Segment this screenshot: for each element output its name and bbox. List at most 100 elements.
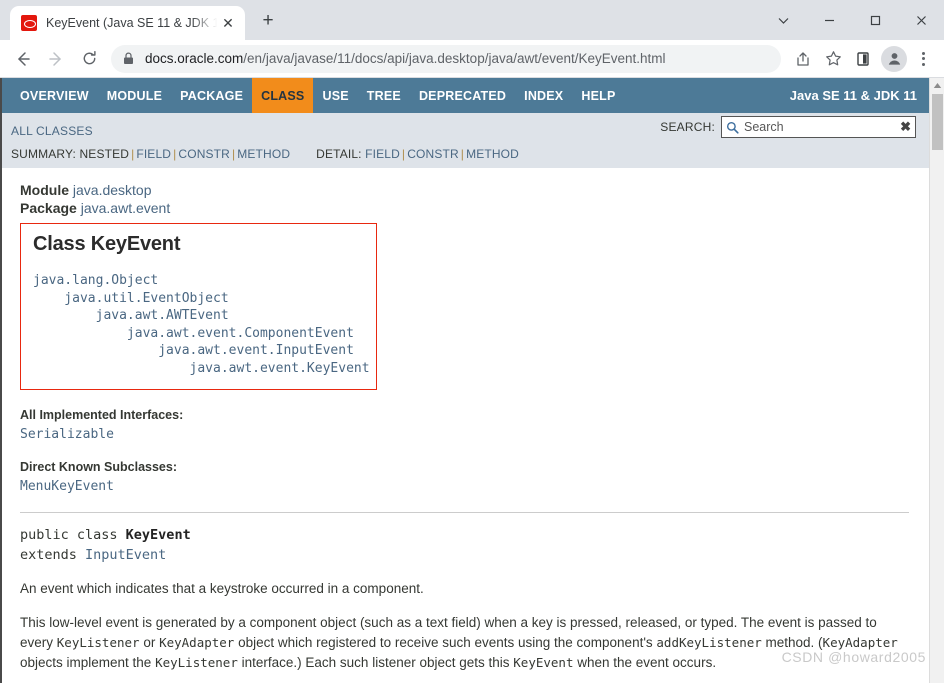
detail-sep-2: |	[460, 147, 465, 161]
detail-item-method[interactable]: METHOD	[466, 147, 519, 161]
tab-title: KeyEvent (Java SE 11 & JDK 11	[46, 16, 219, 30]
scrollbar-up-arrow-icon[interactable]	[930, 78, 944, 93]
maximize-icon[interactable]	[852, 5, 898, 35]
tab-close-icon[interactable]: ✕	[219, 16, 237, 30]
detail-item-field[interactable]: FIELD	[365, 147, 400, 161]
forward-icon[interactable]	[41, 44, 71, 74]
javadoc-top-nav: OVERVIEW MODULE PACKAGE CLASS USE TREE D…	[2, 78, 929, 113]
all-classes-link[interactable]: ALL CLASSES	[11, 124, 93, 138]
summary-sep-3: |	[231, 147, 236, 161]
url-path: /en/java/javase/11/docs/api/java.desktop…	[243, 51, 666, 66]
share-icon[interactable]	[789, 45, 817, 73]
description-paragraph-1: An event which indicates that a keystrok…	[20, 581, 424, 596]
summary-item-nested: NESTED	[79, 147, 130, 161]
reload-icon[interactable]	[74, 44, 104, 74]
code-token: KeyListener	[56, 635, 140, 650]
tab-search-icon[interactable]	[760, 5, 806, 35]
javadoc-content: Module java.desktop Package java.awt.eve…	[2, 168, 929, 673]
scrollbar-thumb[interactable]	[932, 94, 943, 150]
summary-item-method[interactable]: METHOD	[237, 147, 290, 161]
signature-class-name: KeyEvent	[125, 527, 191, 543]
bookmark-star-icon[interactable]	[819, 45, 847, 73]
text-run: when the event occurs.	[573, 655, 717, 670]
page-title: Class KeyEvent	[33, 233, 181, 255]
nav-item-package[interactable]: PACKAGE	[171, 78, 252, 113]
hierarchy-level-3: java.awt.event.ComponentEvent	[33, 325, 354, 341]
code-token: KeyEvent	[513, 655, 574, 670]
module-line: Module java.desktop	[20, 182, 911, 198]
page-scrollbar[interactable]	[929, 78, 944, 683]
page-viewport: OVERVIEW MODULE PACKAGE CLASS USE TREE D…	[0, 78, 944, 683]
known-subclasses-value[interactable]: MenuKeyEvent	[20, 479, 911, 494]
implemented-interfaces-value[interactable]: Serializable	[20, 427, 911, 442]
inheritance-tree: java.lang.Object java.util.EventObject j…	[33, 272, 370, 377]
detail-group: DETAIL: FIELD | CONSTR | METHOD	[316, 147, 519, 161]
code-token: KeyListener	[155, 655, 238, 670]
nav-item-use[interactable]: USE	[313, 78, 357, 113]
hierarchy-level-5: java.awt.event.KeyEvent	[33, 360, 370, 376]
text-run: objects implement the	[20, 655, 156, 670]
detail-item-constr[interactable]: CONSTR	[407, 147, 459, 161]
summary-label: SUMMARY:	[11, 147, 76, 161]
tab-strip: KeyEvent (Java SE 11 & JDK 11 ✕ +	[0, 0, 944, 40]
nav-item-overview[interactable]: OVERVIEW	[11, 78, 98, 113]
code-token: KeyAdapter	[159, 635, 235, 650]
package-label: Package	[20, 200, 77, 216]
hierarchy-level-0: java.lang.Object	[33, 273, 159, 288]
text-run: or	[139, 635, 160, 650]
javadoc-sub-nav: ALL CLASSES SEARCH: Search ✖ SUMMARY: NE…	[2, 113, 929, 168]
class-signature: public class KeyEvent extends InputEvent	[20, 525, 911, 565]
description-paragraph-2: This low-level event is generated by a c…	[20, 613, 911, 673]
summary-item-constr[interactable]: CONSTR	[178, 147, 230, 161]
summary-sep-1: |	[131, 147, 135, 161]
close-icon[interactable]	[898, 5, 944, 35]
summary-group: SUMMARY: NESTED | FIELD | CONSTR | METHOD	[11, 147, 290, 161]
package-value[interactable]: java.awt.event	[81, 200, 171, 216]
minimize-icon[interactable]	[806, 5, 852, 35]
javadoc-page: OVERVIEW MODULE PACKAGE CLASS USE TREE D…	[2, 78, 929, 683]
sidebar-icon[interactable]	[849, 45, 877, 73]
text-run: method. (	[761, 635, 823, 650]
new-tab-button[interactable]: +	[257, 11, 279, 33]
search-label: SEARCH:	[660, 120, 715, 134]
signature-modifiers: public class	[20, 527, 126, 543]
browser-tab[interactable]: KeyEvent (Java SE 11 & JDK 11 ✕	[10, 6, 245, 40]
address-bar[interactable]: docs.oracle.com/en/java/javase/11/docs/a…	[111, 44, 781, 73]
signature-line-2: extends InputEvent	[20, 545, 911, 565]
signature-extends-keyword: extends	[20, 547, 86, 563]
hierarchy-level-2: java.awt.AWTEvent	[33, 308, 229, 323]
nav-item-class[interactable]: CLASS	[252, 78, 314, 113]
nav-item-index[interactable]: INDEX	[515, 78, 572, 113]
module-label: Module	[20, 182, 69, 198]
search-icon	[726, 121, 739, 134]
signature-superclass[interactable]: InputEvent	[85, 547, 166, 563]
detail-label: DETAIL:	[316, 147, 362, 161]
profile-avatar[interactable]	[881, 45, 907, 72]
detail-sep-1: |	[401, 147, 406, 161]
search-placeholder: Search	[744, 120, 784, 134]
hierarchy-level-1: java.util.EventObject	[33, 290, 229, 306]
code-token: KeyAdapter	[822, 635, 898, 650]
module-value[interactable]: java.desktop	[73, 182, 152, 198]
signature-line-1: public class KeyEvent	[20, 525, 911, 545]
code-token: addKeyListener	[656, 635, 762, 650]
package-line: Package java.awt.event	[20, 200, 911, 216]
hierarchy-level-4: java.awt.event.InputEvent	[33, 343, 354, 358]
search-input[interactable]: Search ✖	[721, 116, 916, 138]
nav-item-module[interactable]: MODULE	[98, 78, 171, 113]
nav-item-tree[interactable]: TREE	[358, 78, 410, 113]
window-controls	[760, 0, 944, 40]
search-clear-icon[interactable]: ✖	[896, 119, 911, 135]
nav-item-help[interactable]: HELP	[572, 78, 624, 113]
search-area: SEARCH: Search ✖	[660, 116, 916, 138]
class-hierarchy-box: Class KeyEvent java.lang.Object java.uti…	[20, 223, 377, 390]
summary-item-field[interactable]: FIELD	[136, 147, 171, 161]
section-divider	[20, 512, 909, 513]
subnav-row-summary-detail: SUMMARY: NESTED | FIELD | CONSTR | METHOD DETA…	[2, 142, 929, 161]
oracle-favicon	[21, 15, 37, 31]
back-icon[interactable]	[8, 44, 38, 74]
text-run: object which registered to receive such …	[234, 635, 657, 650]
chrome-menu-icon[interactable]	[910, 45, 936, 73]
nav-item-deprecated[interactable]: DEPRECATED	[410, 78, 515, 113]
known-subclasses-label: Direct Known Subclasses:	[20, 460, 177, 474]
